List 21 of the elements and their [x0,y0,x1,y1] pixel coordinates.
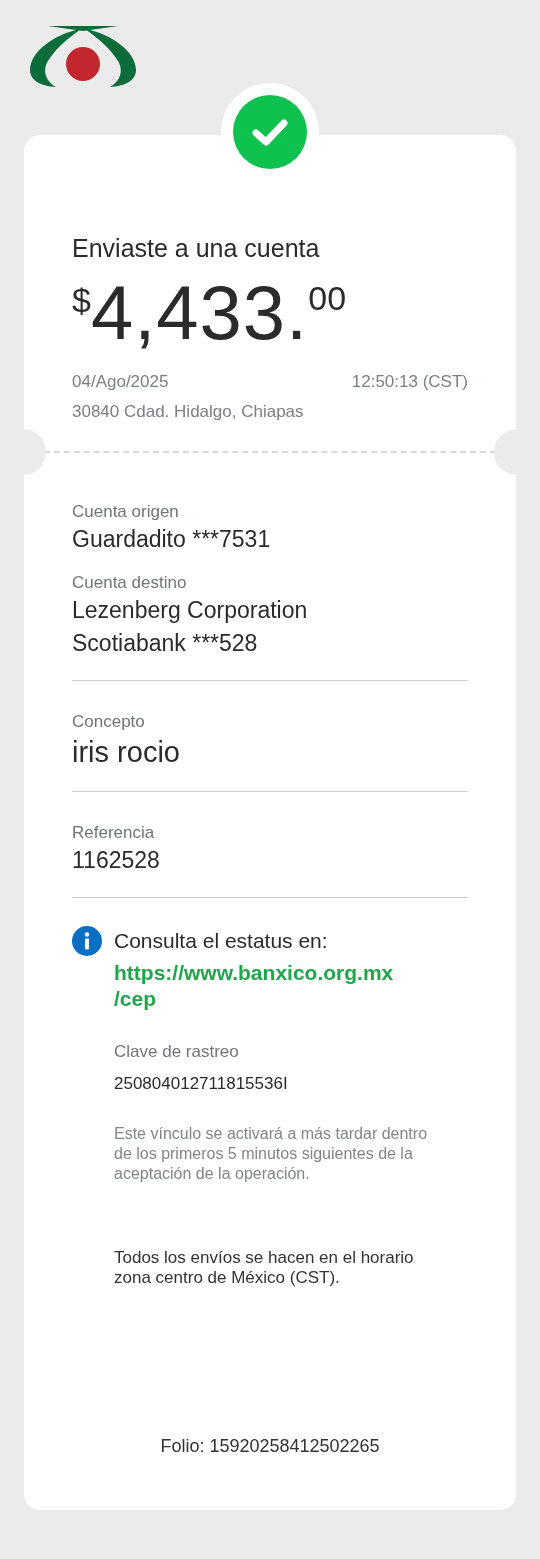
field-label: Cuenta destino [72,572,188,594]
folio-number: Folio: 15920258412502265 [159,1435,381,1458]
status-link[interactable]: https://www.banxico.org.mx /cep [114,960,394,1012]
transaction-date: 04/Ago/2025 [72,371,169,393]
transaction-time: 12:50:13 (CST) [351,371,468,393]
field-label: Concepto [72,711,146,733]
field-label: Referencia [72,822,156,844]
field-value: 1162528 [72,846,161,875]
receipt-title: Enviaste a una cuenta [72,233,321,263]
tracking-number: 250804012711815536I [114,1072,289,1095]
field-label: Cuenta origen [72,501,180,523]
info-icon [72,926,102,956]
tracking-label: Clave de rastreo [114,1041,240,1063]
transaction-location: 30840 Cdad. Hidalgo, Chiapas [72,401,305,423]
field-value: Lezenberg Corporation Scotiabank ***528 [72,596,309,658]
status-text: Consulta el estatus en: [114,928,329,954]
field-value: Guardadito ***7531 [72,525,272,554]
activation-note: Este vínculo se activará a más tardar dentro de los primeros 5 minutos siguientes de la aceptación de la operación. [114,1124,429,1184]
success-check-icon [233,95,307,169]
field-value: iris rocio [72,735,181,770]
timezone-note: Todos los envíos se hacen en el horario zona centro de México (CST). [114,1248,415,1288]
